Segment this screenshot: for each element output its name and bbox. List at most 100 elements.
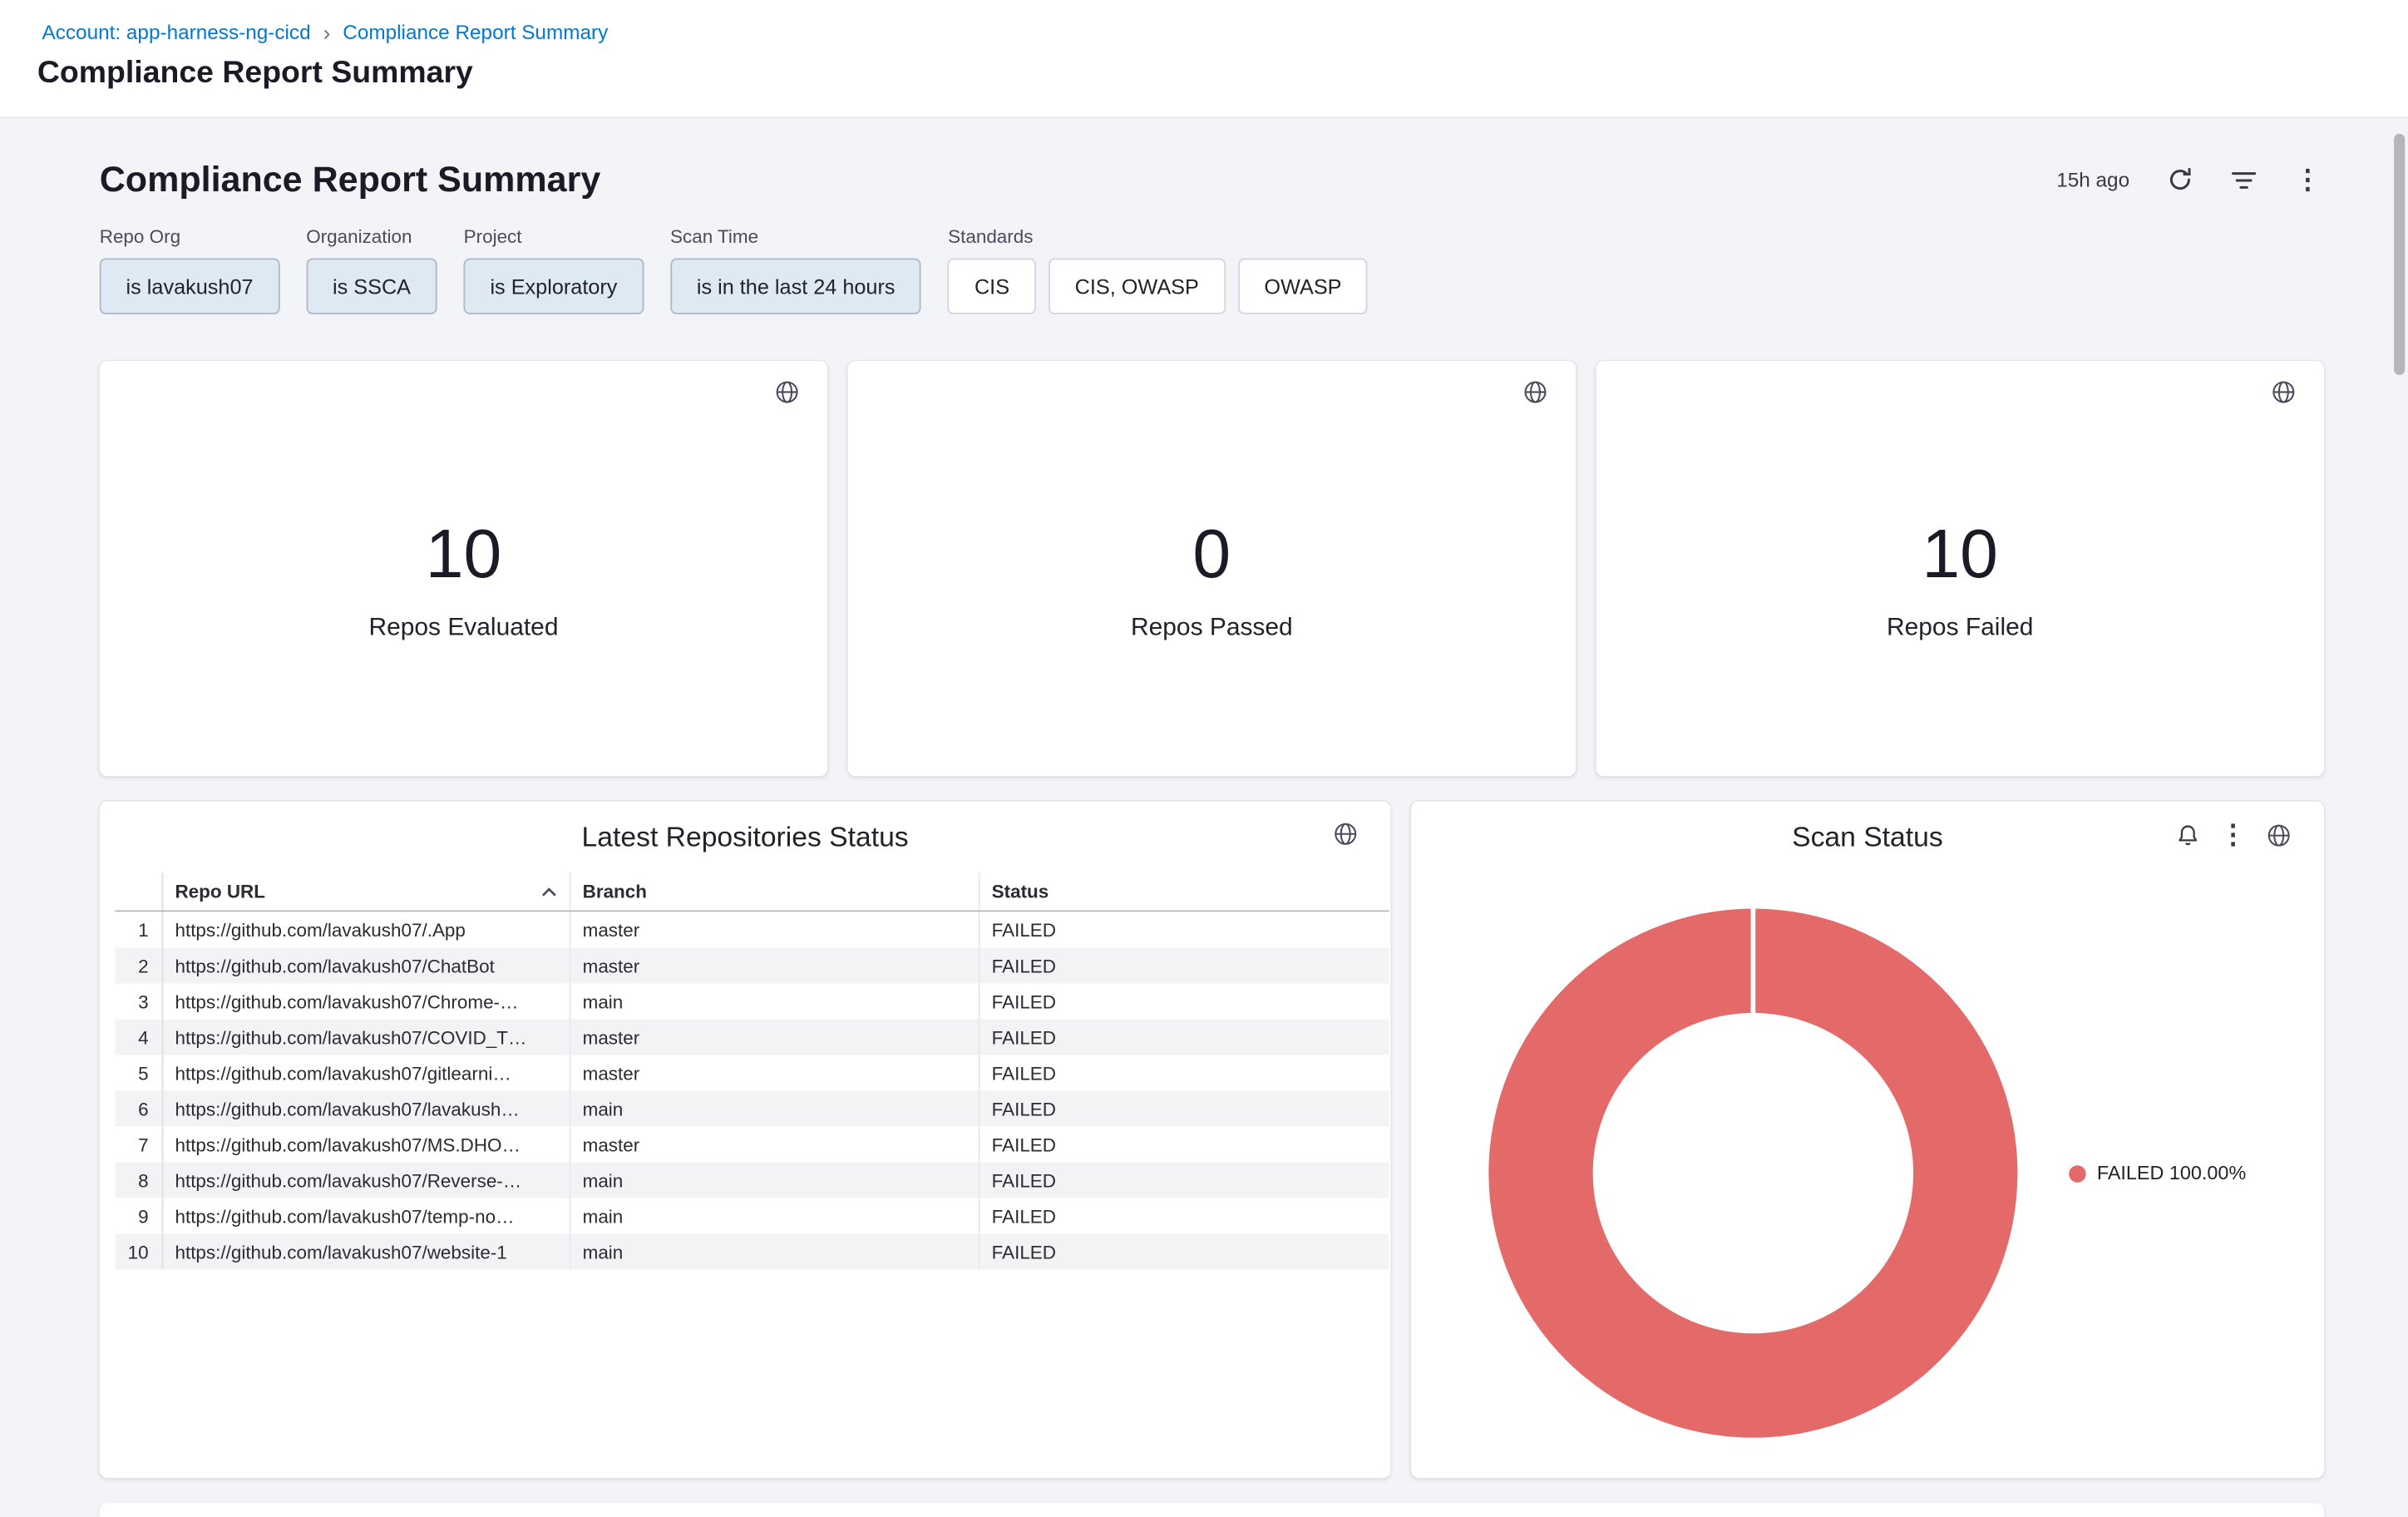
repo-url-cell: https://github.com/lavakush07/COVID_T… [162,1019,570,1055]
filter-chip-project[interactable]: is Exploratory [464,259,644,314]
status-cell: FAILED [979,1090,1389,1126]
branch-cell: master [570,947,979,983]
filter-chip-scan-time[interactable]: is in the last 24 hours [670,259,921,314]
scan-status-donut-chart[interactable] [1488,909,2017,1438]
branch-cell: master [570,1126,979,1162]
metric-value: 10 [426,521,502,589]
status-cell: FAILED [979,1162,1389,1198]
table-row[interactable]: 7 https://github.com/lavakush07/MS.DHO… … [115,1126,1389,1162]
filter-button[interactable] [2231,169,2258,190]
branch-cell: main [570,983,979,1019]
row-index: 1 [115,911,161,947]
filter-label: Repo Org [100,225,280,247]
status-cell: FAILED [979,983,1389,1019]
metric-label: Repos Passed [1131,614,1293,642]
scan-status-card: Scan Status ⋮ [1411,801,2324,1478]
table-row[interactable]: 9 https://github.com/lavakush07/temp-no…… [115,1198,1389,1234]
column-header-repo-url[interactable]: Repo URL [162,873,570,912]
filter-label: Organization [306,225,437,247]
status-cell: FAILED [979,1198,1389,1234]
repo-url-cell: https://github.com/lavakush07/gitlearni… [162,1055,570,1090]
metric-card-repos-evaluated: 10 Repos Evaluated [100,361,828,777]
kebab-menu-icon: ⋮ [2220,822,2247,848]
repo-url-cell: https://github.com/lavakush07/website-1 [162,1234,570,1270]
metric-card-repos-passed: 0 Repos Passed [848,361,1577,777]
metric-content: 10 Repos Evaluated [100,361,828,777]
row-index: 7 [115,1126,161,1162]
breadcrumb-separator-icon: › [323,21,331,42]
status-cell: FAILED [979,947,1389,983]
globe-icon [1333,822,1358,847]
row-index: 10 [115,1234,161,1270]
bottom-cards-row: Latest Repositories Status [100,801,2324,1478]
status-cell: FAILED [979,1019,1389,1055]
breadcrumb-account-link[interactable]: Account: app-harness-ng-cicd [42,20,311,43]
dashboard-main: Compliance Report Summary 15h ago [0,116,2408,1517]
alerts-button[interactable] [2176,823,2199,847]
table-row[interactable]: 1 https://github.com/lavakush07/.App mas… [115,911,1389,947]
status-cell: FAILED [979,1234,1389,1270]
branch-cell: main [570,1090,979,1126]
app-viewport: Account: app-harness-ng-cicd › Complianc… [0,0,2408,1517]
table-row[interactable]: 6 https://github.com/lavakush07/lavakush… [115,1090,1389,1126]
table-row[interactable]: 8 https://github.com/lavakush07/Reverse-… [115,1162,1389,1198]
filter-label: Standards [948,225,1368,247]
branch-cell: master [570,1019,979,1055]
legend-item-failed[interactable]: FAILED 100.00% [2069,1162,2246,1183]
tile-actions-button[interactable] [2267,823,2292,847]
status-cell: FAILED [979,1126,1389,1162]
table-row[interactable]: 10 https://github.com/lavakush07/website… [115,1234,1389,1270]
row-index: 3 [115,983,161,1019]
dashboard-title: Compliance Report Summary [100,159,601,201]
filter-label: Project [464,225,644,247]
repo-url-cell: https://github.com/lavakush07/.App [162,911,570,947]
tile-actions-button[interactable] [1333,822,1358,847]
filter-chip-organization[interactable]: is SSCA [306,259,437,314]
table-row[interactable]: 3 https://github.com/lavakush07/Chrome-…… [115,983,1389,1019]
legend-color-dot [2069,1164,2086,1182]
repo-url-cell: https://github.com/lavakush07/Chrome-… [162,983,570,1019]
branch-cell: main [570,1198,979,1234]
filter-chip-repo-org[interactable]: is lavakush07 [100,259,280,314]
table-row[interactable]: 5 https://github.com/lavakush07/gitlearn… [115,1055,1389,1090]
breadcrumb-current-link[interactable]: Compliance Report Summary [343,20,608,43]
filter-chip-standard-cis-owasp[interactable]: CIS, OWASP [1049,259,1226,314]
row-index: 8 [115,1162,161,1198]
metric-label: Repos Evaluated [368,614,558,642]
repo-url-cell: https://github.com/lavakush07/ChatBot [162,947,570,983]
branch-cell: main [570,1234,979,1270]
repo-url-cell: https://github.com/lavakush07/Reverse-… [162,1162,570,1198]
filter-chip-standard-cis[interactable]: CIS [948,259,1036,314]
column-header-branch[interactable]: Branch [570,873,979,912]
last-updated-label: 15h ago [2056,168,2129,191]
filter-group-project: Project is Exploratory [464,225,644,314]
filter-group-repo-org: Repo Org is lavakush07 [100,225,280,314]
repo-url-cell: https://github.com/lavakush07/MS.DHO… [162,1126,570,1162]
table-row[interactable]: 4 https://github.com/lavakush07/COVID_T…… [115,1019,1389,1055]
branch-cell: master [570,1055,979,1090]
latest-repositories-card: Latest Repositories Status [100,801,1391,1478]
breadcrumb: Account: app-harness-ng-cicd › Complianc… [42,20,609,43]
kebab-menu-icon: ⋮ [2294,166,2321,193]
row-index: 6 [115,1090,161,1126]
table-row[interactable]: 2 https://github.com/lavakush07/ChatBot … [115,947,1389,983]
filter-chip-standard-owasp[interactable]: OWASP [1238,259,1369,314]
repositories-table: Repo URL Branch Status 1 https://github.… [115,873,1389,1270]
vertical-scrollbar-thumb[interactable] [2394,134,2405,375]
metric-content: 10 Repos Failed [1596,361,2324,777]
table-header-row: Repo URL Branch Status [115,873,1389,912]
column-header-status[interactable]: Status [979,873,1389,912]
filter-label: Scan Time [670,225,921,247]
status-cell: FAILED [979,1055,1389,1090]
refresh-icon [2167,166,2193,193]
refresh-button[interactable] [2167,166,2193,193]
donut-hole [1593,1013,1913,1333]
legend-label: FAILED 100.00% [2097,1162,2246,1183]
dashboard-actions: 15h ago ⋮ [2056,166,2321,193]
dashboard-header: Compliance Report Summary 15h ago [0,118,2408,200]
next-card-partial [100,1503,2324,1517]
branch-cell: master [570,911,979,947]
filter-group-organization: Organization is SSCA [306,225,437,314]
dashboard-menu-button[interactable]: ⋮ [2294,166,2321,193]
tile-menu-button[interactable]: ⋮ [2220,822,2247,848]
